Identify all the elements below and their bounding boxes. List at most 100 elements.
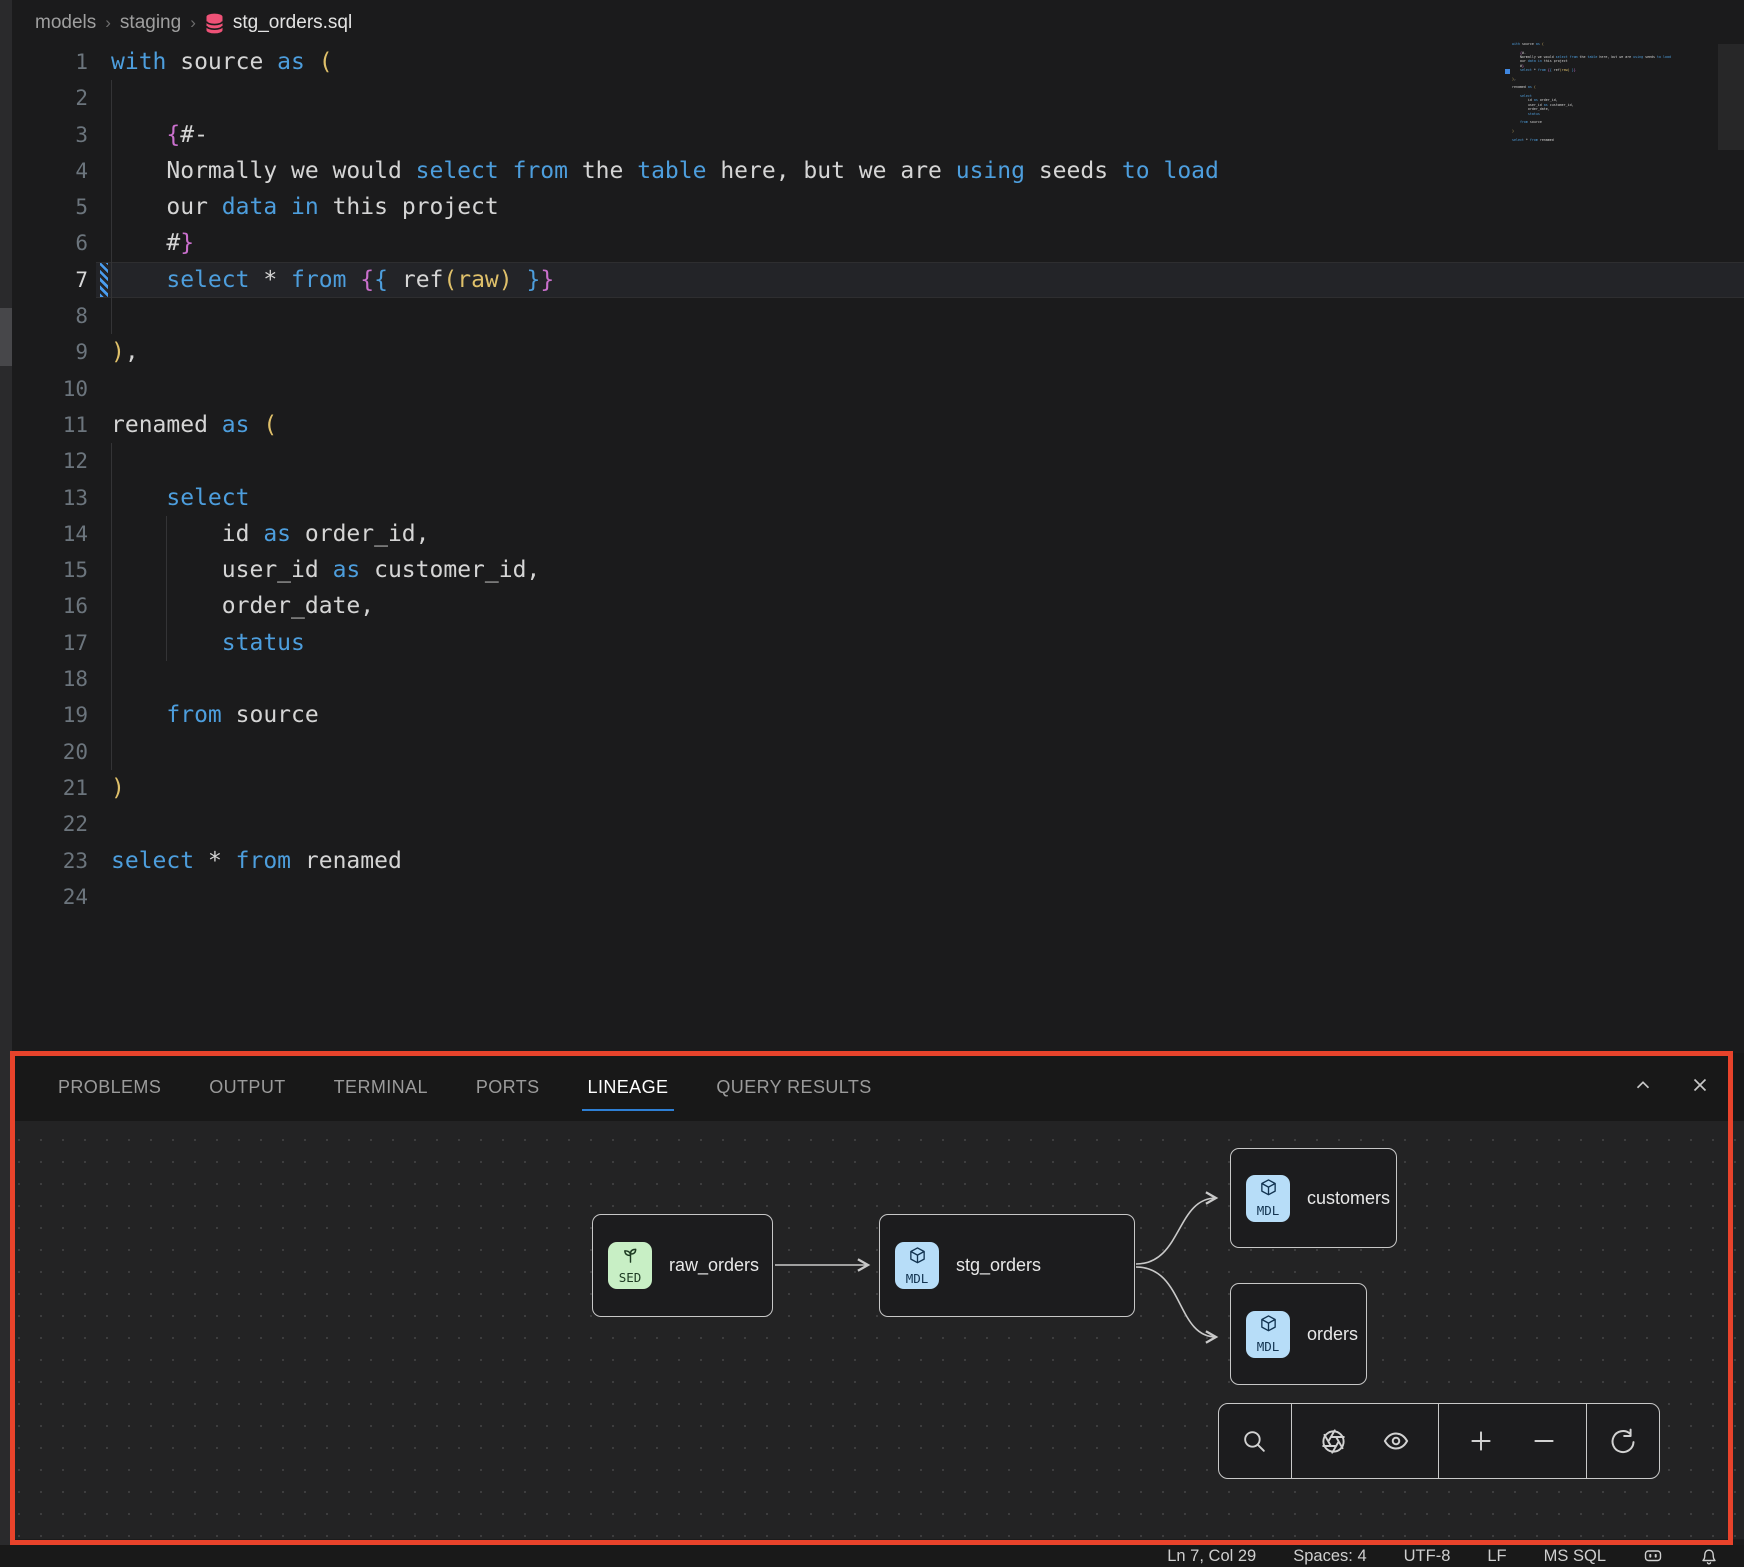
indent-guide	[166, 516, 167, 661]
model-badge: MDL	[1246, 1311, 1290, 1358]
line-number: 24	[0, 879, 88, 915]
minimap[interactable]: with source as ( {#- Normally we would s…	[1512, 42, 1671, 146]
line-number: 13	[0, 480, 88, 516]
minimap-slider[interactable]	[1718, 44, 1744, 150]
breadcrumb-staging[interactable]: staging	[120, 12, 181, 34]
language-mode[interactable]: MS SQL	[1544, 1547, 1606, 1566]
line-number: 22	[0, 806, 88, 842]
node-label: stg_orders	[956, 1255, 1041, 1276]
code-text: select * from {{ ref(raw) }}	[111, 262, 554, 298]
tab-output[interactable]: OUTPUT	[209, 1053, 285, 1121]
code-line-13[interactable]: 13 select	[0, 480, 1744, 516]
panel-close-button[interactable]	[1687, 1072, 1713, 1098]
code-line-12[interactable]: 12	[0, 443, 1744, 479]
code-line-24[interactable]: 24	[0, 879, 1744, 915]
chevron-up-icon	[1638, 1082, 1649, 1088]
code-line-20[interactable]: 20	[0, 734, 1744, 770]
code-line-4[interactable]: 4 Normally we would select from the tabl…	[0, 153, 1744, 189]
zoom-out-button[interactable]	[1524, 1421, 1564, 1461]
code-line-18[interactable]: 18	[0, 661, 1744, 697]
line-number: 23	[0, 843, 88, 879]
code-line-15[interactable]: 15 user_id as customer_id,	[0, 552, 1744, 588]
code-line-2[interactable]: 2	[0, 80, 1744, 116]
code-line-17[interactable]: 17 status	[0, 625, 1744, 661]
node-label: orders	[1307, 1324, 1358, 1345]
line-number: 1	[0, 44, 88, 80]
breadcrumb: models › staging › stg_orders.sql	[35, 10, 352, 36]
snapshot-button[interactable]	[1314, 1421, 1354, 1461]
sprout-icon	[621, 1247, 640, 1269]
code-text: select	[111, 480, 249, 516]
indentation-setting[interactable]: Spaces: 4	[1293, 1547, 1366, 1566]
lineage-canvas[interactable]: SED raw_orders MDL stg_orders MD	[0, 1121, 1744, 1539]
breadcrumb-filename[interactable]: stg_orders.sql	[233, 12, 352, 34]
seed-badge: SED	[608, 1242, 652, 1289]
refresh-icon	[1609, 1427, 1637, 1455]
code-line-21[interactable]: 21)	[0, 770, 1744, 806]
database-icon	[205, 13, 224, 34]
code-line-22[interactable]: 22	[0, 806, 1744, 842]
code-text: )	[111, 770, 125, 806]
node-label: raw_orders	[669, 1255, 759, 1276]
code-line-9[interactable]: 9),	[0, 334, 1744, 370]
code-line-5[interactable]: 5 our data in this project	[0, 189, 1744, 225]
eol-setting[interactable]: LF	[1487, 1547, 1506, 1566]
encoding-setting[interactable]: UTF-8	[1404, 1547, 1451, 1566]
visibility-button[interactable]	[1376, 1421, 1416, 1461]
code-text: order_date,	[111, 588, 374, 624]
lineage-node-raw-orders[interactable]: SED raw_orders	[592, 1214, 773, 1317]
tab-problems[interactable]: PROBLEMS	[58, 1053, 161, 1121]
breadcrumb-separator: ›	[105, 13, 111, 33]
line-number: 15	[0, 552, 88, 588]
gutter-modified-marker	[100, 263, 108, 297]
badge-label: SED	[619, 1270, 642, 1285]
lineage-node-stg-orders[interactable]: MDL stg_orders	[879, 1214, 1135, 1317]
node-label: customers	[1307, 1188, 1390, 1209]
code-line-10[interactable]: 10	[0, 371, 1744, 407]
line-number: 21	[0, 770, 88, 806]
line-number: 20	[0, 734, 88, 770]
zoom-in-icon	[1467, 1427, 1495, 1455]
code-line-1[interactable]: 1 with source as (	[0, 44, 1744, 80]
line-number: 16	[0, 588, 88, 624]
zoom-out-icon	[1530, 1427, 1558, 1455]
code-line-19[interactable]: 19 from source	[0, 697, 1744, 733]
code-line-3[interactable]: 3 {#-	[0, 117, 1744, 153]
panel-tab-bar: PROBLEMS OUTPUT TERMINAL PORTS LINEAGE QUERY …	[12, 1053, 1744, 1121]
line-number: 12	[0, 443, 88, 479]
bell-icon[interactable]	[1700, 1547, 1718, 1566]
code-line-6[interactable]: 6 #}	[0, 225, 1744, 261]
copilot-icon[interactable]	[1643, 1547, 1663, 1565]
code-line-11[interactable]: 11renamed as (	[0, 407, 1744, 443]
tab-terminal[interactable]: TERMINAL	[334, 1053, 428, 1121]
cube-icon	[908, 1246, 927, 1270]
code-line-7[interactable]: 7 select * from {{ ref(raw) }}	[0, 262, 1744, 298]
search-button[interactable]	[1235, 1421, 1275, 1461]
line-number: 19	[0, 697, 88, 733]
code-line-16[interactable]: 16 order_date,	[0, 588, 1744, 624]
zoom-in-button[interactable]	[1461, 1421, 1501, 1461]
tab-lineage[interactable]: LINEAGE	[588, 1053, 669, 1121]
indent-guide	[111, 80, 112, 334]
close-icon	[1695, 1080, 1706, 1091]
cursor-position[interactable]: Ln 7, Col 29	[1167, 1547, 1256, 1566]
panel-maximize-button[interactable]	[1630, 1072, 1656, 1098]
code-text: status	[111, 625, 305, 661]
code-line-8[interactable]: 8	[0, 298, 1744, 334]
badge-label: MDL	[1257, 1339, 1280, 1354]
lineage-node-customers[interactable]: MDL customers	[1230, 1148, 1397, 1248]
code-line-14[interactable]: 14 id as order_id,	[0, 516, 1744, 552]
code-text: with source as (	[111, 44, 333, 80]
lineage-node-orders[interactable]: MDL orders	[1230, 1283, 1367, 1385]
cube-icon	[1259, 1314, 1278, 1338]
code-line-23[interactable]: 23select * from renamed	[0, 843, 1744, 879]
breadcrumb-models[interactable]: models	[35, 12, 96, 34]
code-text: from source	[111, 697, 319, 733]
tab-query-results[interactable]: QUERY RESULTS	[716, 1053, 871, 1121]
tab-ports[interactable]: PORTS	[476, 1053, 540, 1121]
code-editor[interactable]: 1 with source as (23 {#-4 Normally we wou…	[0, 44, 1744, 915]
sidebar-thumb[interactable]	[0, 308, 12, 366]
refresh-button[interactable]	[1603, 1421, 1643, 1461]
line-number: 14	[0, 516, 88, 552]
search-icon	[1241, 1428, 1268, 1455]
